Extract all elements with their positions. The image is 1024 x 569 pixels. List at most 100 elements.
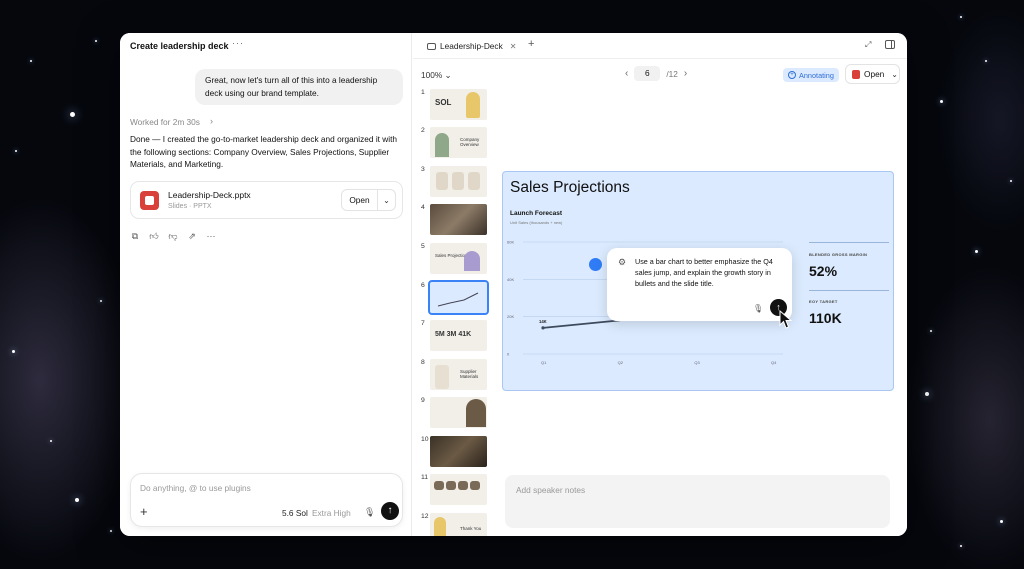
speaker-notes-field[interactable]: Add speaker notes [505, 475, 890, 528]
thumbnail-row[interactable]: 12 Thank You [419, 513, 489, 536]
copy-icon[interactable]: ⧉ [129, 231, 141, 242]
comment-text[interactable]: Use a bar chart to better emphasize the … [635, 256, 783, 290]
file-attachment-card[interactable]: Leadership-Deck.pptx Slides · PPTX Open … [130, 181, 403, 219]
slide-thumbnail[interactable]: 5M 3M 41K [430, 320, 487, 351]
slide-thumbnail-selected[interactable] [428, 280, 489, 315]
annotate-icon: + [788, 71, 796, 79]
close-icon[interactable]: ✕ [510, 42, 517, 51]
thumbnail-row[interactable]: 2 Company Overview [419, 127, 489, 160]
annotating-toggle[interactable]: + Annotating [783, 68, 839, 82]
folder-icon [427, 42, 436, 50]
slide-thumbnail[interactable]: SOL [430, 89, 487, 120]
divider [413, 58, 907, 59]
thumbnail-shape [466, 92, 480, 118]
microphone-icon[interactable]: 🎙︎ [753, 304, 763, 313]
chevron-down-icon[interactable]: ⌄ [378, 196, 395, 205]
more-icon[interactable]: ··· [205, 231, 217, 242]
thumbnail-number: 1 [421, 89, 425, 96]
thumbnail-row[interactable]: 3 [419, 166, 489, 199]
thumbnail-row[interactable]: 1 SOL [419, 89, 489, 122]
data-label: 14K [539, 319, 547, 324]
star [70, 112, 75, 117]
model-selector[interactable]: 5.6 Sol [282, 508, 308, 518]
y-tick-label: 40K [507, 277, 514, 282]
page-input[interactable]: 6 [634, 66, 661, 81]
thumbnail-row[interactable]: 7 5M 3M 41K [419, 320, 489, 353]
thumbnail-row[interactable]: 11 [419, 474, 489, 507]
thumbnail-row[interactable]: 9 [419, 397, 489, 430]
share-icon[interactable]: ⇗ [186, 231, 198, 242]
x-tick-label: Q3 [694, 360, 700, 365]
slide-thumbnail[interactable] [430, 474, 487, 505]
slide-thumbnail[interactable]: Thank You [430, 513, 487, 536]
effort-level[interactable]: Extra High [312, 508, 351, 518]
slide-canvas[interactable]: Sales Projections Launch Forecast Unit S… [502, 171, 894, 391]
slide-thumbnail[interactable] [430, 436, 487, 467]
star [75, 498, 79, 502]
chat-more-icon[interactable]: ··· [232, 38, 244, 48]
thumbs-up-icon[interactable]: 👍︎ [148, 231, 160, 242]
thumbnail-number: 3 [421, 166, 425, 173]
thumbnail-text: Thank You [460, 526, 482, 531]
assistant-message: Done — I created the go-to-market leader… [130, 134, 398, 169]
slide-thumbnail[interactable]: Company Overview [430, 127, 487, 158]
send-button[interactable]: ↑ [381, 502, 399, 520]
slide-thumbnail[interactable] [430, 166, 487, 197]
thumbnail-photo [430, 436, 487, 467]
thumbnail-text: Company Overview [460, 137, 480, 147]
thumbnail-number: 4 [421, 204, 425, 211]
thumbnail-row[interactable]: 4 [419, 204, 489, 237]
thumbnail-number: 5 [421, 243, 425, 250]
thumbnail-shape [435, 133, 449, 157]
metric-label: BLENDED GROSS MARGIN [809, 252, 868, 257]
thumbnail-shape [435, 365, 449, 389]
thumbnail-number: 6 [421, 282, 425, 289]
thumbnail-text: 5M 3M 41K [435, 331, 472, 338]
new-tab-plus-icon[interactable]: + [528, 38, 534, 50]
chat-composer[interactable]: Do anything, @ to use plugins + 5.6 Sol … [130, 473, 403, 527]
slide-thumbnail[interactable] [430, 397, 487, 428]
y-tick-label: 60K [507, 240, 514, 245]
next-page-icon[interactable]: › [684, 68, 687, 79]
sidebar-toggle-icon[interactable] [885, 40, 895, 49]
thumbnail-row[interactable]: 8 Supplier Materials [419, 359, 489, 392]
composer-input[interactable]: Do anything, @ to use plugins [140, 483, 251, 493]
thumbnail-row[interactable]: 10 [419, 436, 489, 469]
slide-thumbnail[interactable]: Supplier Materials [430, 359, 487, 390]
y-tick-label: 20K [507, 314, 514, 319]
worked-duration[interactable]: Worked for 2m 30s [130, 117, 200, 127]
star [95, 40, 97, 42]
chevron-right-icon[interactable]: › [210, 116, 213, 126]
prev-page-icon[interactable]: ‹ [625, 68, 628, 79]
slide-thumbnail[interactable]: Sales Projections [430, 243, 487, 274]
chat-pane: Create leadership deck ··· Great, now le… [120, 33, 412, 536]
thumbnail-row[interactable]: 5 Sales Projections [419, 243, 489, 276]
open-button[interactable]: Open ⌄ [845, 64, 900, 84]
star [930, 330, 932, 332]
comment-marker[interactable] [589, 258, 602, 271]
slides-file-icon [140, 191, 159, 210]
zoom-level: 100% [421, 70, 443, 80]
star [12, 350, 15, 353]
metric-value: 52% [809, 263, 838, 279]
thumbnail-shape [470, 481, 480, 490]
expand-icon[interactable]: ⤢ [865, 40, 871, 50]
thumbnail-shape [446, 481, 456, 490]
star [100, 300, 102, 302]
slide-thumbnail[interactable] [430, 204, 487, 235]
zoom-selector[interactable]: 100% ⌄ [421, 70, 452, 80]
add-plus-icon[interactable]: + [140, 504, 148, 519]
file-open-label[interactable]: Open [342, 190, 378, 210]
thumbnail-shape [434, 481, 444, 490]
file-name: Leadership-Deck.pptx [168, 190, 251, 200]
file-open-button[interactable]: Open ⌄ [341, 189, 396, 211]
microphone-icon[interactable]: 🎙︎ [364, 507, 375, 518]
tab-leadership-deck[interactable]: Leadership-Deck ✕ [421, 38, 522, 54]
divider [809, 242, 889, 243]
thumbnail-row[interactable]: 6 [419, 280, 489, 315]
page-total: /12 [666, 68, 678, 79]
x-tick-label: Q1 [541, 360, 547, 365]
thumbs-down-icon[interactable]: 👎︎ [167, 231, 179, 242]
star [960, 16, 962, 18]
chevron-down-icon[interactable]: ⌄ [891, 70, 898, 79]
